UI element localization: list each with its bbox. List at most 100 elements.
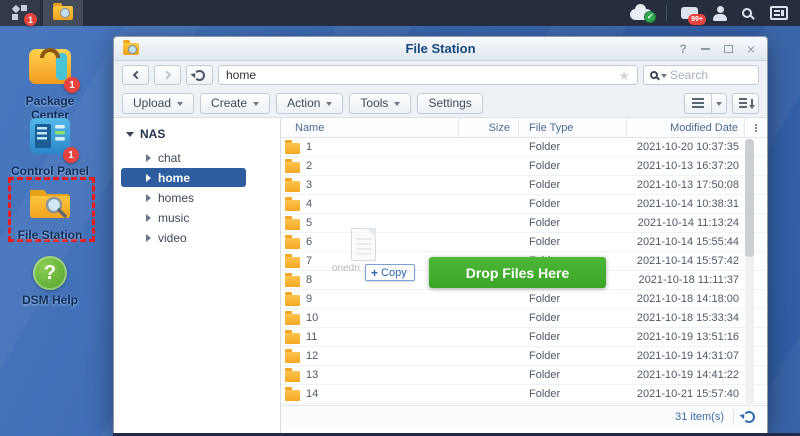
table-row[interactable]: 3 Folder 2021-10-13 17:50:08 (281, 176, 767, 195)
table-row[interactable]: 14 Folder 2021-10-21 15:57:40 (281, 385, 767, 404)
close-button[interactable]: × (747, 42, 755, 56)
file-name: 10 (306, 312, 318, 324)
file-name: 8 (306, 274, 312, 286)
create-button[interactable]: Create (200, 93, 270, 114)
widgets-button[interactable] (770, 6, 788, 20)
view-mode-dropdown[interactable] (712, 93, 727, 114)
vertical-scrollbar[interactable] (745, 139, 754, 404)
refresh-list-button[interactable] (743, 411, 755, 423)
table-row[interactable]: 9 Folder 2021-10-18 14:18:00 (281, 290, 767, 309)
chevron-collapsed-icon[interactable] (146, 174, 151, 182)
plus-icon: + (371, 266, 378, 280)
widgets-icon (770, 6, 788, 20)
file-size (459, 214, 519, 232)
upload-button[interactable]: Upload (122, 93, 194, 114)
file-name: 13 (306, 369, 318, 381)
person-icon (712, 6, 728, 21)
chevron-collapsed-icon[interactable] (146, 154, 151, 162)
column-header-file-type[interactable]: File Type (519, 118, 627, 137)
table-row[interactable]: 4 Folder 2021-10-14 10:38:31 (281, 195, 767, 214)
path-bar[interactable] (218, 65, 638, 85)
action-button[interactable]: Action (276, 93, 343, 114)
shortcut-package-center[interactable]: 1 Package Center (2, 42, 98, 123)
favorite-star-icon[interactable] (618, 69, 630, 82)
file-size (459, 328, 519, 346)
sort-icon (739, 98, 753, 109)
column-header-name[interactable]: Name (281, 118, 459, 137)
chevron-collapsed-icon[interactable] (146, 194, 151, 202)
shortcut-dsm-help[interactable]: DSM Help (2, 256, 98, 308)
window-titlebar[interactable]: File Station ? × (114, 37, 767, 61)
chevron-collapsed-icon[interactable] (146, 214, 151, 222)
file-type: Folder (519, 347, 627, 365)
file-size (459, 195, 519, 213)
forward-button[interactable] (154, 65, 181, 85)
chat-button[interactable]: 99+ (681, 7, 698, 19)
table-row[interactable]: 13 Folder 2021-10-19 14:41:22 (281, 366, 767, 385)
vertical-dots-icon (755, 127, 757, 129)
drag-ghost-file-icon (351, 228, 376, 261)
view-mode-button[interactable] (684, 93, 712, 114)
taskbar-search-button[interactable] (742, 8, 756, 18)
chevron-down-icon[interactable] (661, 74, 667, 78)
minimize-button[interactable] (701, 48, 710, 50)
refresh-button[interactable] (186, 65, 213, 85)
chevron-left-icon (132, 71, 140, 79)
folder-icon (285, 314, 300, 325)
user-account-button[interactable] (712, 6, 728, 21)
folder-icon (285, 352, 300, 363)
drop-files-here-zone[interactable]: Drop Files Here (429, 257, 606, 288)
settings-button[interactable]: Settings (417, 93, 482, 114)
table-row[interactable]: 12 Folder 2021-10-19 14:31:07 (281, 347, 767, 366)
main-menu-button[interactable]: 1 (0, 0, 40, 26)
path-input[interactable] (226, 68, 618, 82)
modified-date: 2021-10-20 10:37:35 (627, 138, 745, 156)
file-type: Folder (519, 309, 627, 327)
file-size (459, 385, 519, 403)
search-input[interactable] (670, 68, 752, 82)
tree-item-video[interactable]: video (114, 228, 280, 248)
file-name: 14 (306, 388, 318, 400)
maximize-button[interactable] (724, 45, 733, 53)
back-button[interactable] (122, 65, 149, 85)
chevron-down-icon (326, 102, 332, 106)
help-button[interactable]: ? (679, 42, 686, 56)
search-box[interactable] (643, 65, 759, 85)
chevron-down-icon (177, 102, 183, 106)
main-menu-badge: 1 (24, 13, 37, 26)
tools-button[interactable]: Tools (349, 93, 411, 114)
sort-button[interactable] (732, 93, 759, 114)
shortcut-control-panel[interactable]: 1 Control Panel (2, 116, 98, 179)
file-type: Folder (519, 176, 627, 194)
table-row[interactable]: 11 Folder 2021-10-19 13:51:16 (281, 328, 767, 347)
modified-date: 2021-10-14 11:13:24 (627, 214, 745, 232)
file-type: Folder (519, 138, 627, 156)
chevron-collapsed-icon[interactable] (146, 234, 151, 242)
tree-item-music[interactable]: music (114, 208, 280, 228)
tree-item-chat[interactable]: chat (114, 148, 280, 168)
file-name: 9 (306, 293, 312, 305)
modified-date: 2021-10-14 15:57:42 (627, 252, 745, 270)
tree-item-homes[interactable]: homes (114, 188, 280, 208)
file-size (459, 347, 519, 365)
item-count: 31 item(s) (675, 411, 724, 423)
table-row[interactable]: 2 Folder 2021-10-13 16:37:20 (281, 157, 767, 176)
column-menu-button[interactable] (745, 118, 767, 137)
shortcut-file-station[interactable]: File Station (2, 184, 98, 243)
chevron-down-icon (253, 102, 259, 106)
cloud-sync-button[interactable] (630, 6, 652, 20)
file-size (459, 157, 519, 175)
table-row[interactable]: 1 Folder 2021-10-20 10:37:35 (281, 138, 767, 157)
tree-item-home[interactable]: home (121, 168, 246, 187)
tree-root-nas[interactable]: NAS (114, 124, 280, 148)
table-row[interactable]: 10 Folder 2021-10-18 15:33:34 (281, 309, 767, 328)
column-header-size[interactable]: Size (459, 118, 519, 137)
file-size (459, 366, 519, 384)
list-view-icon (692, 98, 704, 100)
taskbar-file-station-button[interactable] (43, 0, 83, 26)
folder-icon (285, 219, 300, 230)
chevron-expanded-icon[interactable] (126, 132, 134, 137)
scrollbar-thumb[interactable] (745, 139, 754, 257)
column-header-modified-date[interactable]: Modified Date (627, 118, 745, 137)
modified-date: 2021-10-13 17:50:08 (627, 176, 745, 194)
